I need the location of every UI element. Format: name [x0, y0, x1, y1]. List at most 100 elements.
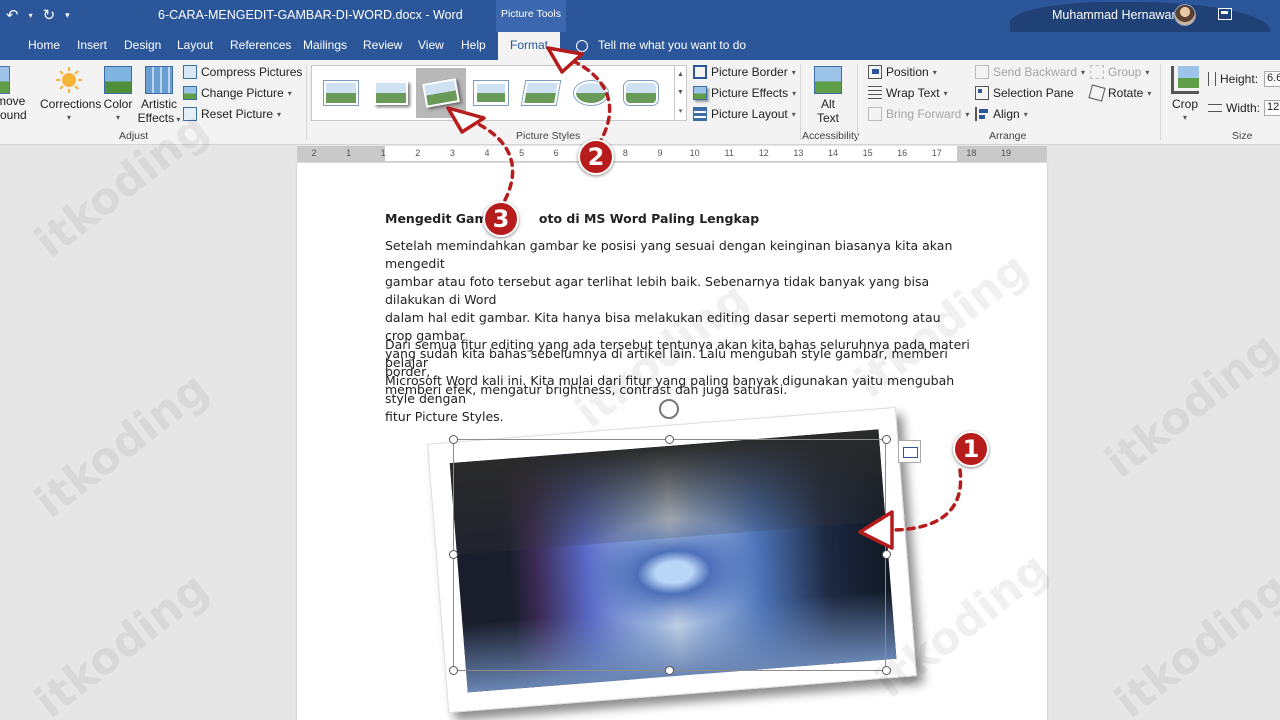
resize-handle[interactable] — [882, 550, 891, 559]
ruler-tick-label: 6 — [553, 148, 559, 158]
scroll-up-icon[interactable]: ▲ — [677, 71, 684, 78]
tab-review[interactable]: Review — [363, 38, 402, 52]
rotate-handle-icon[interactable] — [659, 399, 679, 419]
send-backward-button: Send Backward ▾ — [975, 65, 1085, 79]
gallery-more-icon[interactable]: ▾ — [679, 107, 683, 115]
picture-effects-button[interactable]: Picture Effects ▾ — [693, 86, 796, 100]
ribbon-display-options-icon[interactable] — [1218, 8, 1232, 20]
ruler-tick-label: 19 — [1000, 148, 1012, 158]
picture-style-icon — [324, 81, 358, 105]
document-title: 6-CARA-MENGEDIT-GAMBAR-DI-WORD.docx - Wo… — [158, 8, 463, 22]
chevron-down-icon: ▾ — [1145, 67, 1150, 77]
wrap-text-button[interactable]: Wrap Text ▾ — [868, 86, 948, 100]
group-divider — [1160, 64, 1161, 140]
width-input[interactable]: 12. — [1264, 100, 1280, 116]
horizontal-ruler[interactable]: 2112345678910111213141516171819 — [297, 146, 1047, 162]
picture-border-icon — [693, 65, 707, 79]
tab-home[interactable]: Home — [28, 38, 60, 52]
group-button: Group ▾ — [1090, 65, 1149, 79]
ruler-tick-label: 4 — [484, 148, 490, 158]
width-icon — [1208, 104, 1222, 112]
ruler-tick-label: 1 — [380, 148, 386, 158]
sun-icon — [55, 66, 83, 94]
chevron-down-icon: ▾ — [1023, 109, 1028, 119]
picture-layout-button[interactable]: Picture Layout ▾ — [693, 107, 796, 121]
user-name[interactable]: Muhammad Hernawan — [1052, 8, 1178, 22]
step-badge-2: 2 — [578, 139, 614, 175]
alt-text-button[interactable]: Alt Text — [810, 66, 846, 125]
chevron-down-icon: ▾ — [932, 67, 937, 77]
ruler-tick-label: 12 — [758, 148, 769, 158]
resize-handle[interactable] — [449, 435, 458, 444]
style-thumb[interactable] — [516, 68, 566, 118]
picture-style-icon — [422, 78, 460, 108]
selection-pane-button[interactable]: Selection Pane — [975, 86, 1074, 100]
customize-qat-icon[interactable]: ▾ — [65, 10, 70, 21]
tab-mailings[interactable]: Mailings — [303, 38, 347, 52]
tab-references[interactable]: References — [230, 38, 291, 52]
picture-border-button[interactable]: Picture Border ▾ — [693, 65, 796, 79]
chevron-down-icon: ▾ — [791, 109, 796, 119]
resize-handle[interactable] — [665, 435, 674, 444]
ruler-left-margin — [297, 146, 385, 162]
picture-styles-gallery[interactable]: ▲ ▼ ▾ — [311, 65, 687, 121]
scroll-down-icon[interactable]: ▼ — [677, 89, 684, 96]
ribbon: move round Corrections ▾ Color ▾ Artisti… — [0, 60, 1280, 198]
crop-button[interactable]: Crop ▾ — [1168, 66, 1202, 125]
color-button[interactable]: Color ▾ — [103, 66, 133, 125]
resize-handle[interactable] — [449, 550, 458, 559]
tab-design[interactable]: Design — [124, 38, 161, 52]
group-label-accessibility: Accessibility — [802, 130, 860, 142]
send-backward-icon — [975, 65, 989, 79]
rotate-button[interactable]: Rotate ▾ — [1088, 84, 1151, 102]
reset-picture-icon — [183, 107, 197, 121]
position-button[interactable]: Position ▾ — [868, 65, 937, 79]
resize-handle[interactable] — [882, 435, 891, 444]
layout-options-icon[interactable] — [898, 440, 921, 463]
tell-me-search[interactable]: Tell me what you want to do — [598, 38, 746, 52]
remove-background-button[interactable]: move round — [0, 66, 30, 122]
resize-handle[interactable] — [665, 666, 674, 675]
gallery-scrollbar[interactable]: ▲ ▼ ▾ — [674, 66, 686, 120]
redo-icon[interactable]: ↻ — [43, 6, 56, 24]
tab-insert[interactable]: Insert — [77, 38, 107, 52]
style-thumb[interactable] — [566, 68, 616, 118]
corrections-button[interactable]: Corrections ▾ — [40, 66, 101, 125]
chevron-down-icon: ▾ — [965, 109, 970, 119]
group-label-arrange: Arrange — [989, 130, 1027, 142]
change-picture-button[interactable]: Change Picture ▾ — [183, 86, 292, 100]
height-input[interactable]: 6.6 — [1264, 71, 1280, 87]
watermark: itkoding — [1105, 562, 1280, 720]
group-label-size: Size — [1232, 130, 1253, 142]
style-thumb[interactable] — [316, 68, 366, 118]
tab-layout[interactable]: Layout — [177, 38, 213, 52]
resize-handle[interactable] — [882, 666, 891, 675]
ruler-tick-label: 2 — [311, 148, 317, 158]
selection-box[interactable] — [453, 439, 886, 671]
resize-handle[interactable] — [449, 666, 458, 675]
compress-pictures-button[interactable]: Compress Pictures — [183, 65, 302, 79]
ruler-tick-label: 16 — [897, 148, 908, 158]
reset-picture-button[interactable]: Reset Picture ▾ — [183, 107, 281, 121]
undo-icon[interactable]: ↶ — [6, 6, 19, 24]
avatar[interactable] — [1174, 4, 1196, 26]
position-icon — [868, 65, 882, 79]
tab-format[interactable]: Format — [498, 32, 561, 60]
artistic-effects-button[interactable]: Artistic Effects ▾ — [137, 66, 181, 127]
document-page[interactable]: Mengedit Gamba oto di MS Word Paling Leng… — [297, 163, 1047, 720]
style-thumb-selected[interactable] — [416, 68, 466, 118]
ruler-tick-label: 9 — [657, 148, 663, 158]
style-thumb[interactable] — [466, 68, 516, 118]
style-thumb[interactable] — [366, 68, 416, 118]
chevron-down-icon: ▾ — [174, 115, 181, 124]
alt-text-icon — [814, 66, 842, 94]
compress-icon — [183, 65, 197, 79]
tab-view[interactable]: View — [418, 38, 444, 52]
ruler-tick-label: 14 — [827, 148, 839, 158]
step-badge-1: 1 — [953, 431, 989, 467]
picture-style-icon — [624, 81, 658, 105]
style-thumb[interactable] — [616, 68, 666, 118]
align-button[interactable]: Align ▾ — [975, 107, 1028, 121]
tab-help[interactable]: Help — [461, 38, 486, 52]
dropdown-icon[interactable]: ▾ — [29, 11, 33, 20]
